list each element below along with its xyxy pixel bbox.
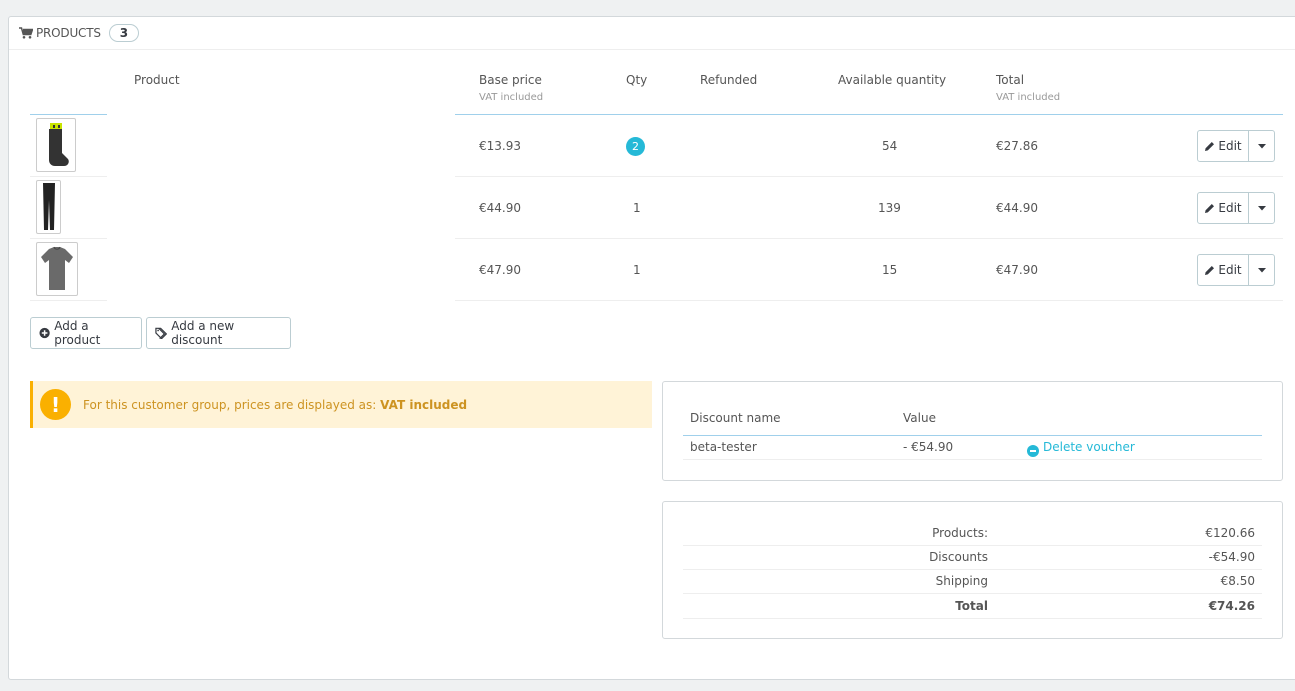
tshirt-image (41, 246, 73, 290)
divider (455, 238, 1283, 239)
discount-value: - €54.90 (903, 440, 954, 454)
pencil-icon (1205, 141, 1215, 151)
products-panel: Products 3 Product Base price VAT includ… (8, 16, 1295, 680)
alert-text: For this customer group, prices are disp… (83, 397, 377, 412)
row-base-price: €13.93 (479, 139, 521, 153)
row-total: €47.90 (996, 263, 1038, 277)
edit-label: Edit (1218, 201, 1242, 215)
order-summary-box: Products: €120.66 Discounts -€54.90 Ship… (662, 501, 1283, 639)
caret-down-icon (1257, 205, 1266, 210)
vat-info-alert: ! For this customer group, prices are di… (30, 381, 652, 428)
divider (683, 593, 1262, 594)
divider (683, 545, 1262, 546)
row-qty-badge: 2 (626, 137, 645, 156)
plus-circle-icon (39, 327, 50, 339)
edit-dropdown-toggle[interactable] (1249, 193, 1274, 223)
product-thumbnail-tshirt[interactable] (36, 242, 78, 296)
tights-image (42, 183, 55, 230)
divider (30, 176, 107, 177)
edit-button[interactable]: Edit (1198, 255, 1249, 285)
edit-button-group: Edit (1197, 192, 1275, 224)
header-product: Product (134, 73, 180, 87)
discount-name: beta-tester (690, 440, 757, 454)
divider (455, 114, 1283, 115)
header-base-price-sub: VAT included (479, 92, 544, 103)
divider (683, 569, 1262, 570)
delete-voucher-link[interactable]: Delete voucher (1027, 440, 1135, 457)
add-discount-label: Add a new discount (171, 319, 235, 347)
summary-discounts-value: -€54.90 (1208, 550, 1255, 564)
header-total-sub: VAT included (996, 92, 1061, 103)
alert-emphasis: VAT included (380, 397, 468, 412)
add-product-button[interactable]: Add a product (30, 317, 142, 349)
header-discount-name: Discount name (690, 411, 781, 425)
header-total: Total (996, 73, 1025, 87)
panel-title: Products (36, 26, 101, 40)
header-available-quantity: Available quantity (838, 73, 947, 87)
edit-button-group: Edit (1197, 130, 1275, 162)
edit-label: Edit (1218, 263, 1242, 277)
divider (455, 176, 1283, 177)
row-total: €27.86 (996, 139, 1038, 153)
row-available: 15 (882, 263, 898, 277)
edit-dropdown-toggle[interactable] (1249, 131, 1274, 161)
summary-total-label: Total (955, 599, 988, 613)
row-available: 139 (878, 201, 901, 215)
discounts-box: Discount name Value beta-tester - €54.90… (662, 381, 1283, 481)
summary-products-label: Products: (932, 526, 988, 540)
caret-down-icon (1257, 267, 1266, 272)
header-qty: Qty (626, 73, 648, 87)
summary-products-value: €120.66 (1205, 526, 1255, 540)
edit-dropdown-toggle[interactable] (1249, 255, 1274, 285)
edit-button-group: Edit (1197, 254, 1275, 286)
pencil-icon (1205, 203, 1215, 213)
divider (683, 618, 1262, 619)
delete-voucher-label: Delete voucher (1043, 440, 1135, 454)
product-thumbnail-socks[interactable] (36, 118, 76, 172)
summary-shipping-label: Shipping (935, 574, 988, 588)
product-count-badge: 3 (108, 24, 140, 42)
row-total: €44.90 (996, 201, 1038, 215)
divider (455, 300, 1283, 301)
shopping-cart-icon (19, 27, 34, 39)
summary-discounts-label: Discounts (929, 550, 988, 564)
exclamation-icon: ! (40, 389, 71, 420)
pencil-icon (1205, 265, 1215, 275)
summary-total-value: €74.26 (1208, 599, 1255, 613)
divider (30, 300, 107, 301)
minus-circle-icon (1027, 445, 1039, 457)
divider (683, 435, 1262, 436)
add-product-label: Add a product (54, 319, 101, 347)
divider (683, 459, 1262, 460)
edit-label: Edit (1218, 139, 1242, 153)
summary-shipping-value: €8.50 (1220, 574, 1255, 588)
add-discount-button[interactable]: Add a new discount (146, 317, 291, 349)
row-base-price: €47.90 (479, 263, 521, 277)
socks-image (49, 123, 69, 166)
divider (30, 114, 107, 115)
edit-button[interactable]: Edit (1198, 193, 1249, 223)
alert-message: For this customer group, prices are disp… (83, 398, 467, 412)
row-base-price: €44.90 (479, 201, 521, 215)
panel-heading: Products 3 (9, 17, 1295, 50)
header-discount-value: Value (903, 411, 936, 425)
row-available: 54 (882, 139, 898, 153)
tags-icon (155, 327, 168, 339)
edit-button[interactable]: Edit (1198, 131, 1249, 161)
product-thumbnail-tights[interactable] (36, 180, 61, 234)
header-refunded: Refunded (700, 73, 758, 87)
row-qty: 1 (633, 263, 641, 277)
caret-down-icon (1257, 143, 1266, 148)
header-base-price: Base price (479, 73, 542, 87)
row-qty: 1 (633, 201, 641, 215)
divider (30, 238, 107, 239)
